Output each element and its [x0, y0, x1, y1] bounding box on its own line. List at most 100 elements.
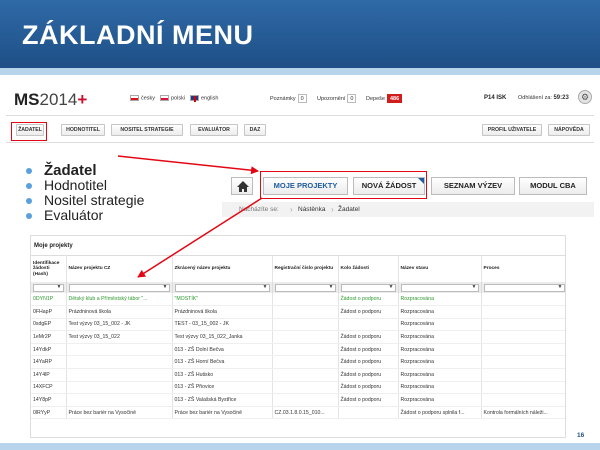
- slide-title: ZÁKLADNÍ MENU: [22, 20, 254, 50]
- filter-input[interactable]: [174, 283, 270, 292]
- table-cell: Žádost o podporu splnila f...: [398, 406, 482, 420]
- table-cell: Prázdninová škola: [66, 305, 173, 319]
- nav-profil-uzivatele[interactable]: PROFIL UŽIVATELE: [482, 124, 542, 136]
- filter-input[interactable]: [400, 283, 479, 292]
- home-button[interactable]: [231, 177, 253, 195]
- table-cell: 0DYN1P: [31, 293, 67, 307]
- alerts-counter[interactable]: Upozornění 0: [317, 94, 357, 103]
- table-cell: 0sdgEP: [31, 318, 67, 332]
- table-cell: Žádost o podporu: [338, 368, 399, 382]
- table-row[interactable]: 0sdgEP Test výzvy 03_15_002 - JK TEST - 03…: [31, 318, 565, 332]
- table-cell: 1eMr2P: [31, 330, 67, 344]
- table-row[interactable]: 0FHapP Prázdninová škola Prázdninová škola…: [31, 305, 565, 319]
- col-header-nazev[interactable]: Název projektu CZ: [66, 256, 173, 282]
- table-cell: [272, 355, 339, 370]
- seznam-vyzev-button[interactable]: SEZNAM VÝZEV: [431, 177, 515, 195]
- table-cell: [481, 343, 565, 357]
- breadcrumb-nastenka[interactable]: Nástěnka: [298, 202, 325, 217]
- table-cell: [481, 368, 565, 382]
- filter-input[interactable]: [483, 283, 565, 292]
- table-header-row: Identifikace žádosti (Hash) Název projek…: [31, 256, 565, 282]
- table-cell: [481, 293, 565, 307]
- table-row[interactable]: 0lRYyP Práce bez bariér na Vysočině Práce …: [31, 406, 565, 420]
- czech-flag-icon: [130, 95, 139, 101]
- english-flag-icon: [190, 95, 199, 102]
- table-cell: Rozpracována: [398, 305, 482, 319]
- table-cell: Rozpracována: [398, 343, 482, 357]
- role-bullet-list: Žadatel Hodnotitel Nositel strategie Eva…: [26, 163, 144, 223]
- col-header-proces[interactable]: Proces: [481, 256, 565, 282]
- table-row[interactable]: 14Y4lP 013 - ZŠ Hutisko Žádost o podporu Ro…: [31, 368, 565, 382]
- table-cell: 14XFCP: [31, 381, 67, 395]
- table-cell: [272, 318, 339, 332]
- table-row[interactable]: 1eMr2P Test výzvy 03_15_022 Test výzvy 03_…: [31, 330, 565, 344]
- lang-polish[interactable]: polski: [160, 95, 185, 101]
- filter-input[interactable]: [33, 283, 64, 292]
- zadatel-highlight-box: [11, 122, 47, 141]
- table-cell: Žádost o podporu: [338, 293, 399, 307]
- table-row[interactable]: 14YdkP 013 - ZŠ Dolní Bečva Žádost o podpo…: [31, 343, 565, 357]
- settings-gear-icon[interactable]: ⚙: [578, 90, 592, 104]
- messages-counter[interactable]: Depeše 486: [366, 94, 403, 103]
- notes-counter[interactable]: Poznámky 0: [270, 94, 307, 103]
- table-cell: [66, 355, 173, 370]
- table-cell: [338, 318, 399, 332]
- table-row[interactable]: 14XFCP 013 - ZŠ Přiovice Žádost o podporu R…: [31, 381, 565, 395]
- nav-napoveda[interactable]: NÁPOVĚDA: [548, 124, 590, 136]
- table-cell: 14Y4lP: [31, 368, 67, 382]
- nav-hodnotitel[interactable]: HODNOTITEL: [61, 124, 105, 136]
- logout-timer[interactable]: Odhlášení za: 59:23: [518, 95, 569, 101]
- table-cell: Test výzvy 03_15_022_Janka: [172, 330, 273, 344]
- polish-flag-icon: [160, 95, 169, 101]
- col-header-kolo[interactable]: Kolo žádosti: [338, 256, 399, 282]
- col-header-hash[interactable]: Identifikace žádosti (Hash): [31, 256, 67, 282]
- lang-czech[interactable]: česky: [130, 95, 155, 101]
- col-header-registracni[interactable]: Registrační číslo projektu: [272, 256, 339, 282]
- table-cell: 0lRYyP: [31, 406, 67, 420]
- nav-daz[interactable]: DAZ: [244, 124, 266, 136]
- logo-ms: MS: [14, 90, 40, 109]
- table-cell: Kontrola formálních náleži...: [481, 406, 565, 420]
- table-cell: 013 - ZŠ Hutisko: [172, 368, 273, 382]
- table-row[interactable]: 0DYN1P Dětský klub a Příměstský tábor "..…: [31, 293, 565, 307]
- table-cell: Test výzvy 03_15_002 - JK: [66, 318, 173, 332]
- filter-input[interactable]: [274, 283, 336, 292]
- table-row[interactable]: 14Y8pP 013 - ZŠ Valašská Bystřice Žádost o…: [31, 393, 565, 407]
- nav-evaluator[interactable]: EVALUÁTOR: [190, 124, 238, 136]
- user-name: P14 ISK: [484, 95, 507, 101]
- breadcrumb: Nacházíte se: › Nástěnka › Žadatel: [222, 202, 594, 217]
- table-cell: [481, 305, 565, 319]
- col-header-stav[interactable]: Název stavu: [398, 256, 482, 282]
- modul-cba-button[interactable]: MODUL CBA: [519, 177, 587, 195]
- table-cell: Žádost o podporu: [338, 305, 399, 319]
- table-cell: [481, 393, 565, 407]
- table-cell: Rozpracována: [398, 368, 482, 382]
- ms2014-logo[interactable]: MS2014+: [14, 90, 87, 110]
- table-cell: [481, 355, 565, 370]
- table-cell: Žádost o podporu: [338, 330, 399, 344]
- breadcrumb-separator-icon: ›: [331, 205, 334, 214]
- app-nav: ŽADATEL HODNOTITEL NOSITEL STRATEGIE EVA…: [6, 117, 594, 143]
- footer-stripe: [0, 443, 600, 450]
- table-cell: Žádost o podporu: [338, 393, 399, 407]
- bullet-zadatel: Žadatel: [26, 163, 144, 178]
- table-cell: [272, 293, 339, 307]
- bullet-nositel-strategie: Nositel strategie: [26, 193, 144, 208]
- table-cell: Dětský klub a Příměstský tábor "...: [66, 293, 173, 307]
- filter-input[interactable]: [340, 283, 396, 292]
- col-header-zkraceny[interactable]: Zkrácený název projektu: [172, 256, 273, 282]
- table-cell: [272, 305, 339, 319]
- table-cell: 14YdkP: [31, 343, 67, 357]
- logo-plus: +: [77, 90, 88, 109]
- table-cell: Rozpracována: [398, 293, 482, 307]
- table-title: Moje projekty: [31, 236, 565, 256]
- filter-input[interactable]: [68, 283, 170, 292]
- table-cell: [272, 368, 339, 382]
- table-cell: Rozpracována: [398, 330, 482, 344]
- table-cell: 14YaRP: [31, 355, 67, 370]
- table-cell: [272, 381, 339, 395]
- table-row[interactable]: 14YaRP 013 - ZŠ Horní Bečva Žádost o podpo…: [31, 355, 565, 370]
- lang-english[interactable]: english: [190, 95, 218, 102]
- nav-nositel-strategie[interactable]: NOSITEL STRATEGIE: [111, 124, 183, 136]
- app-header: MS2014+ česky polski english Poznámky 0 U…: [6, 82, 594, 116]
